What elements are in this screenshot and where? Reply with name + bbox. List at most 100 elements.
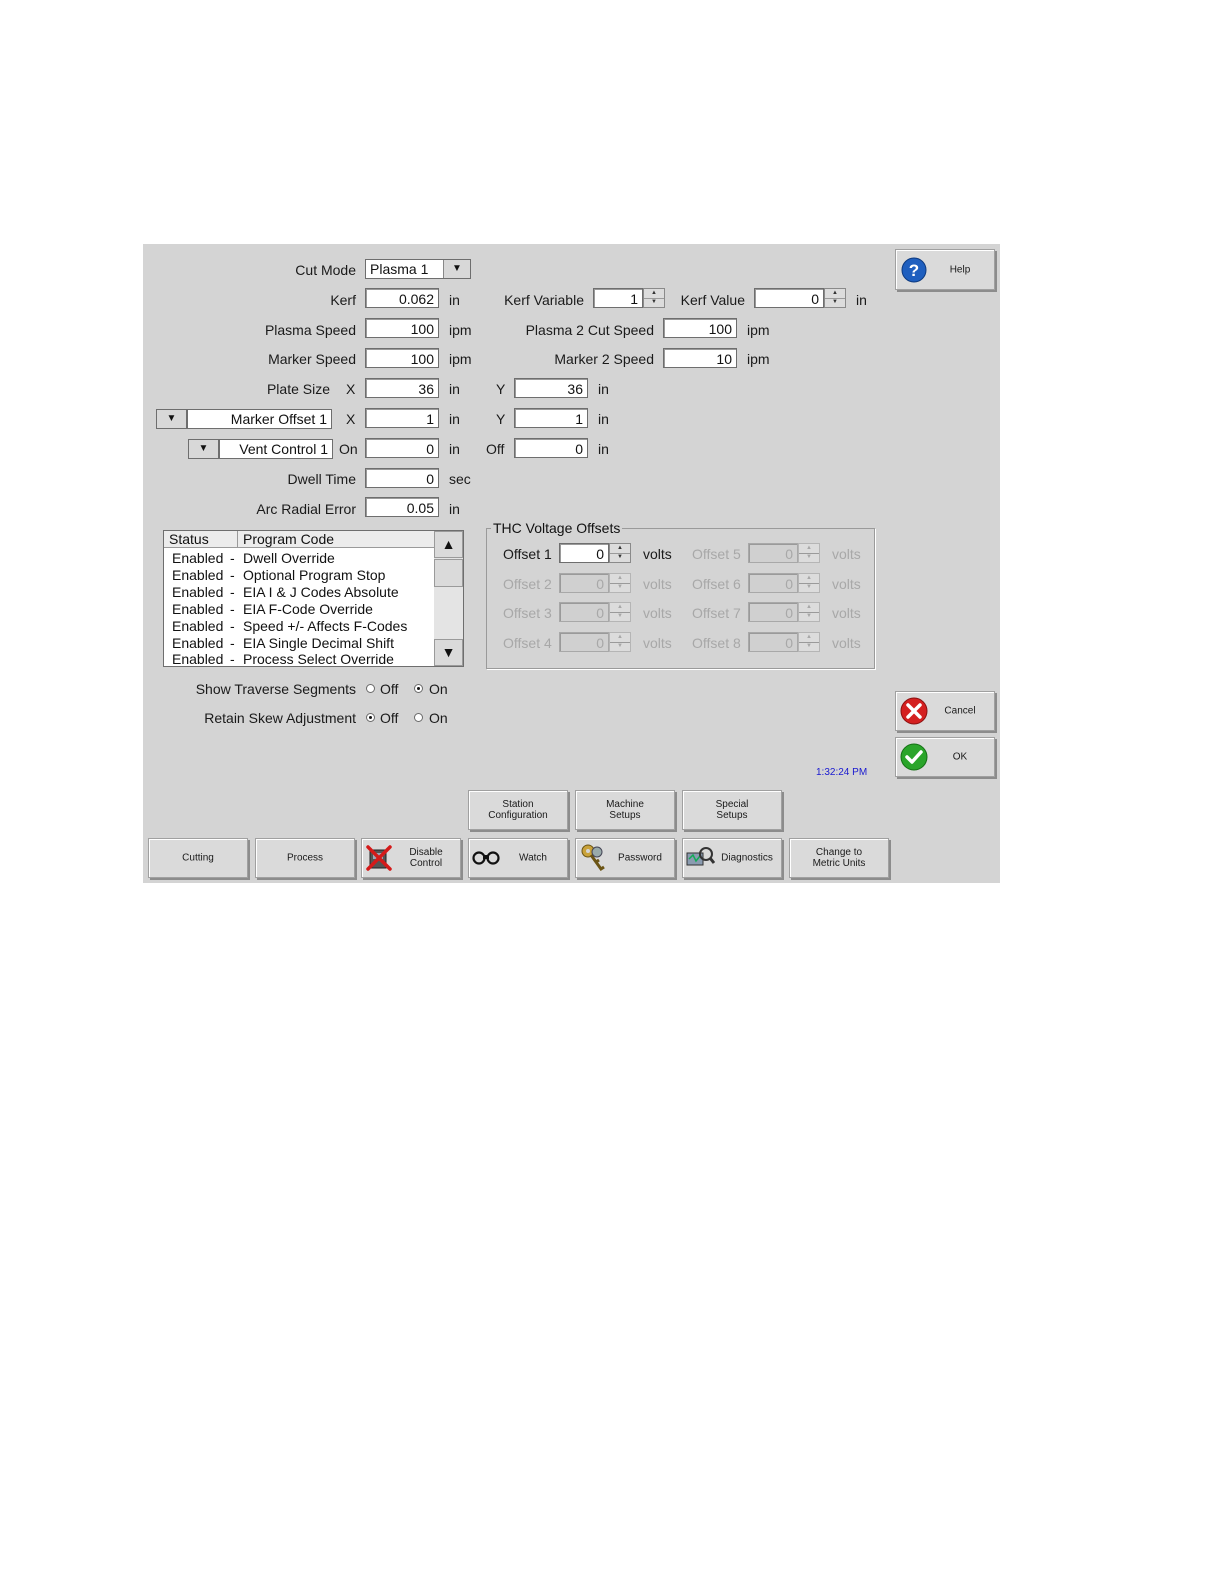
program-code-text: Process Select Override xyxy=(243,651,394,667)
scroll-up-button[interactable]: ▲ xyxy=(434,531,463,558)
offset-6-field: 0 xyxy=(748,573,798,593)
softkey-special-setups[interactable]: Special Setups xyxy=(682,790,782,830)
marker2-speed-field[interactable]: 10 xyxy=(663,348,737,368)
offset-4-field: 0 xyxy=(559,632,609,652)
plasma2-cut-speed-field[interactable]: 100 xyxy=(663,318,737,338)
marker2-speed-label: Marker 2 Speed xyxy=(554,351,654,367)
plate-size-x-field[interactable]: 36 xyxy=(365,378,439,398)
plasma2-cut-speed-label: Plasma 2 Cut Speed xyxy=(525,322,654,338)
plate-size-x-unit: in xyxy=(449,381,460,397)
plasma-speed-field[interactable]: 100 xyxy=(365,318,439,338)
arc-radial-error-field[interactable]: 0.05 xyxy=(365,497,439,517)
offset-7-label: Offset 7 xyxy=(692,605,741,621)
separator: - xyxy=(230,651,235,667)
kerf-value-field[interactable]: 0 xyxy=(754,288,824,308)
softkey-cutting[interactable]: Cutting xyxy=(148,838,248,878)
marker-offset-y-label: Y xyxy=(496,411,506,427)
checkmark-icon xyxy=(900,743,928,771)
softkey-label: Special Setups xyxy=(715,799,749,821)
offset-5-unit: volts xyxy=(832,546,861,562)
dwell-time-field[interactable]: 0 xyxy=(365,468,439,488)
program-code-text: EIA Single Decimal Shift xyxy=(243,635,394,651)
offset-2-label: Offset 2 xyxy=(503,576,552,592)
marker-offset-select[interactable]: Marker Offset 1 xyxy=(187,409,332,429)
marker-offset-dropdown-button[interactable]: ▼ xyxy=(156,409,187,429)
softkey-change-to-metric[interactable]: Change to Metric Units xyxy=(789,838,889,878)
retain-skew-off-label[interactable]: Off xyxy=(380,709,398,727)
vent-control-dropdown-button[interactable]: ▼ xyxy=(188,439,219,459)
arrow-down-icon: ▼ xyxy=(441,644,456,660)
marker-offset-x-field[interactable]: 1 xyxy=(365,408,439,428)
vent-control-select[interactable]: Vent Control 1 xyxy=(219,439,333,459)
show-traverse-on-radio[interactable] xyxy=(414,684,423,693)
cut-mode-label: Cut Mode xyxy=(295,262,356,278)
plate-size-label: Plate Size xyxy=(266,381,330,397)
vent-control-off-field[interactable]: 0 xyxy=(514,438,588,458)
kerf-value-spinner[interactable]: ▲ ▼ xyxy=(824,288,846,308)
chevron-down-icon: ▼ xyxy=(198,443,209,454)
cancel-icon xyxy=(900,697,928,725)
softkey-diagnostics[interactable]: Diagnostics xyxy=(682,838,782,878)
retain-skew-on-label[interactable]: On xyxy=(429,709,448,727)
dwell-time-unit: sec xyxy=(449,471,471,487)
disable-control-icon xyxy=(366,845,392,871)
retain-skew-on-radio[interactable] xyxy=(414,713,423,722)
show-traverse-on-label[interactable]: On xyxy=(429,680,448,698)
status-text: Enabled xyxy=(172,651,224,667)
marker-speed-field[interactable]: 100 xyxy=(365,348,439,368)
arc-radial-error-unit: in xyxy=(449,501,460,517)
softkey-label: Cutting xyxy=(182,852,214,864)
svg-text:?: ? xyxy=(909,261,919,280)
softkey-watch[interactable]: Watch xyxy=(468,838,568,878)
offset-3-field: 0 xyxy=(559,602,609,622)
softkey-label: Diagnostics xyxy=(721,852,773,864)
program-code-text: Speed +/- Affects F-Codes xyxy=(243,618,408,634)
ok-button[interactable]: OK xyxy=(895,737,995,777)
column-header-status[interactable]: Status xyxy=(164,531,238,548)
program-code-text: Optional Program Stop xyxy=(243,567,386,583)
help-button[interactable]: ? Help xyxy=(895,249,995,290)
status-text: Enabled xyxy=(172,584,224,600)
kerf-variable-spinner[interactable]: ▲ ▼ xyxy=(643,288,665,308)
kerf-variable-label: Kerf Variable xyxy=(504,292,584,308)
kerf-field[interactable]: 0.062 xyxy=(365,288,439,308)
show-traverse-off-radio[interactable] xyxy=(366,684,375,693)
offset-7-unit: volts xyxy=(832,605,861,621)
softkey-password[interactable]: Password xyxy=(575,838,675,878)
softkey-disable-control[interactable]: Disable Control xyxy=(361,838,461,878)
offset-1-label: Offset 1 xyxy=(503,546,552,562)
vent-control-off-unit: in xyxy=(598,441,609,457)
offset-1-spinner[interactable]: ▲ ▼ xyxy=(609,543,631,563)
cancel-button[interactable]: Cancel xyxy=(895,691,995,731)
plate-size-y-field[interactable]: 36 xyxy=(514,378,588,398)
offset-6-spinner: ▲ ▼ xyxy=(798,573,820,593)
status-text: Enabled xyxy=(172,618,224,634)
offset-3-label: Offset 3 xyxy=(503,605,552,621)
cut-mode-value: Plasma 1 xyxy=(370,261,429,277)
column-header-program-code[interactable]: Program Code xyxy=(238,531,435,548)
softkey-station-configuration[interactable]: Station Configuration xyxy=(468,790,568,830)
retain-skew-off-radio[interactable] xyxy=(366,713,375,722)
show-traverse-off-label[interactable]: Off xyxy=(380,680,398,698)
softkey-process[interactable]: Process xyxy=(255,838,355,878)
status-text: Enabled xyxy=(172,635,224,651)
thc-group-title: THC Voltage Offsets xyxy=(491,519,623,537)
list-scrollbar[interactable]: ▲ ▼ xyxy=(434,531,463,666)
offset-1-field[interactable]: 0 xyxy=(559,543,609,563)
arrow-up-icon: ▲ xyxy=(441,536,456,552)
help-label: Help xyxy=(949,264,971,275)
scroll-thumb[interactable] xyxy=(434,559,463,587)
program-code-list[interactable]: Status Program Code Enabled - Dwell Overri… xyxy=(163,530,464,667)
retain-skew-label: Retain Skew Adjustment xyxy=(204,710,356,726)
kerf-variable-field[interactable]: 1 xyxy=(593,288,643,308)
softkey-machine-setups[interactable]: Machine Setups xyxy=(575,790,675,830)
marker-offset-y-unit: in xyxy=(598,411,609,427)
vent-control-on-field[interactable]: 0 xyxy=(365,438,439,458)
scroll-down-button[interactable]: ▼ xyxy=(434,639,463,666)
marker-offset-y-field[interactable]: 1 xyxy=(514,408,588,428)
offset-5-field: 0 xyxy=(748,543,798,563)
chevron-down-icon[interactable]: ▼ xyxy=(443,260,470,278)
vent-control-on-label: On xyxy=(339,441,358,457)
separator: - xyxy=(230,618,235,634)
diagnostics-icon xyxy=(686,847,715,866)
